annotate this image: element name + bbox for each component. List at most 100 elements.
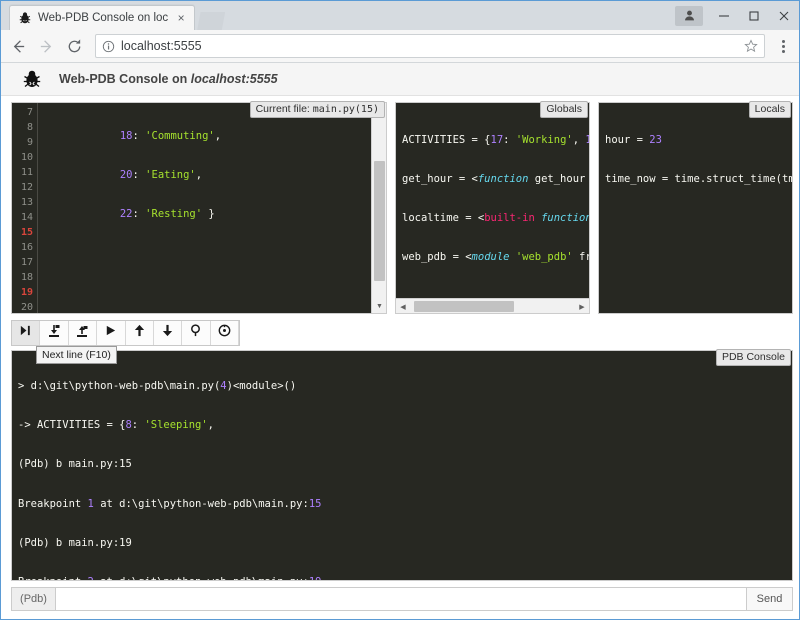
code-line: 18: 'Commuting', <box>44 129 371 144</box>
up-frame-button[interactable] <box>126 321 154 345</box>
console-line: Breakpoint 2 at d:\git\python-web-pdb\ma… <box>18 575 792 581</box>
debug-toolbar: Next line (F10) <box>11 320 240 346</box>
new-tab-button[interactable] <box>197 12 225 30</box>
browser-tab[interactable]: Web-PDB Console on loc × <box>9 5 195 30</box>
minimize-button[interactable] <box>709 1 739 30</box>
tab-title: Web-PDB Console on loc <box>38 12 168 24</box>
bug-icon <box>21 68 43 90</box>
next-line-button[interactable] <box>12 321 40 345</box>
window-close-button[interactable] <box>769 1 799 30</box>
line-number-breakpoint: 15 <box>12 225 33 240</box>
locals-content: hour = 23 time_now = time.struct_time(tm… <box>599 103 792 313</box>
browser-window: Web-PDB Console on loc × <box>0 0 800 620</box>
console-line: (Pdb) b main.py:15 <box>18 457 792 472</box>
page-title-prefix: Web-PDB Console on <box>59 72 191 86</box>
pdb-console-output[interactable]: > d:\git\python-web-pdb\main.py(4)<modul… <box>11 350 793 581</box>
command-prompt-label: (Pdb) <box>12 588 56 610</box>
globals-panel: Globals ACTIVITIES = {17: 'Working', 18:… <box>395 102 590 314</box>
locals-viewer[interactable]: hour = 23 time_now = time.struct_time(tm… <box>598 102 793 314</box>
current-file-label-prefix: Current file: <box>256 103 313 115</box>
locals-line: time_now = time.struct_time(tm_yea <box>605 172 792 187</box>
console-line: Breakpoint 1 at d:\git\python-web-pdb\ma… <box>18 497 792 512</box>
reload-button[interactable] <box>65 37 83 55</box>
line-number: 14 <box>12 210 33 225</box>
help-button[interactable] <box>211 321 239 345</box>
address-bar-url: localhost:5555 <box>121 39 738 53</box>
info-icon[interactable] <box>102 40 115 53</box>
continue-button[interactable] <box>97 321 125 345</box>
scrollbar-thumb[interactable] <box>374 161 385 281</box>
page-title: Web-PDB Console on localhost:5555 <box>59 72 278 86</box>
browser-titlebar: Web-PDB Console on loc × <box>1 1 799 30</box>
pdb-console-label: PDB Console <box>716 349 791 366</box>
browser-menu-button[interactable] <box>775 40 791 53</box>
browser-toolbar: localhost:5555 <box>1 30 799 63</box>
send-button[interactable]: Send <box>746 588 792 610</box>
back-button[interactable] <box>9 37 27 55</box>
globals-label: Globals <box>540 101 588 118</box>
line-number: 7 <box>12 105 33 120</box>
down-frame-button[interactable] <box>154 321 182 345</box>
globals-line: get_hour = <function get_hour at 0 <box>402 172 589 187</box>
globals-horizontal-scrollbar[interactable]: ◀ ▶ <box>396 298 589 313</box>
globals-line: localtime = <built-in function loc <box>402 211 589 226</box>
code-line: 20: 'Eating', <box>44 168 371 183</box>
line-number: 17 <box>12 255 33 270</box>
current-file-name: main.py(15) <box>313 104 379 115</box>
line-number-breakpoint: 19 <box>12 285 33 300</box>
star-icon[interactable] <box>744 39 758 53</box>
breakpoint-button[interactable] <box>182 321 210 345</box>
tab-strip: Web-PDB Console on loc × <box>1 1 225 30</box>
close-icon[interactable]: × <box>174 11 188 25</box>
panels-row: Current file: main.py(15) 7 8 9 10 11 12… <box>1 96 799 314</box>
toolbar-tooltip: Next line (F10) <box>36 346 117 364</box>
pin-icon <box>189 324 202 342</box>
step-in-button[interactable] <box>40 321 68 345</box>
line-number: 11 <box>12 165 33 180</box>
command-input[interactable] <box>56 588 746 610</box>
scroll-down-icon[interactable]: ▼ <box>372 299 387 313</box>
page-title-host: localhost:5555 <box>191 72 278 86</box>
scrollbar-thumb[interactable] <box>414 301 514 312</box>
address-bar[interactable]: localhost:5555 <box>95 34 765 58</box>
code-line: 22: 'Resting' } <box>44 207 371 222</box>
code-panel: Current file: main.py(15) 7 8 9 10 11 12… <box>11 102 387 314</box>
window-controls <box>675 1 799 30</box>
forward-button[interactable] <box>37 37 55 55</box>
locals-line: hour = 23 <box>605 133 792 148</box>
globals-viewer[interactable]: ACTIVITIES = {17: 'Working', 18: ' get_h… <box>395 102 590 314</box>
code-line <box>44 246 371 261</box>
scroll-right-icon[interactable]: ▶ <box>575 299 589 314</box>
command-input-row: (Pdb) Send <box>11 587 793 611</box>
step-out-icon <box>75 324 89 343</box>
scroll-left-icon[interactable]: ◀ <box>396 299 410 314</box>
app-header: Web-PDB Console on localhost:5555 <box>1 63 799 96</box>
console-line: -> ACTIVITIES = {8: 'Sleeping', <box>18 418 792 433</box>
bug-icon <box>18 11 32 25</box>
play-icon <box>104 324 117 342</box>
locals-panel: Locals hour = 23 time_now = time.struct_… <box>598 102 793 314</box>
code-vertical-scrollbar[interactable]: ▲ ▼ <box>371 103 386 313</box>
profile-icon[interactable] <box>675 6 703 26</box>
step-over-icon <box>19 324 32 342</box>
pdb-console-wrapper: PDB Console > d:\git\python-web-pdb\main… <box>11 350 793 581</box>
code-viewer[interactable]: 7 8 9 10 11 12 13 14 15 16 17 18 19 20 <box>11 102 387 314</box>
current-file-label: Current file: main.py(15) <box>250 101 385 118</box>
line-number: 8 <box>12 120 33 135</box>
help-icon <box>218 324 231 342</box>
step-into-icon <box>47 324 61 343</box>
line-number: 18 <box>12 270 33 285</box>
console-line: > d:\git\python-web-pdb\main.py(4)<modul… <box>18 379 792 394</box>
line-number: 20 <box>12 300 33 314</box>
console-line: (Pdb) b main.py:19 <box>18 536 792 551</box>
code-line <box>44 285 371 300</box>
step-out-button[interactable] <box>69 321 97 345</box>
locals-label: Locals <box>749 101 791 118</box>
maximize-button[interactable] <box>739 1 769 30</box>
globals-line: ACTIVITIES = {17: 'Working', 18: ' <box>402 133 589 148</box>
line-number: 9 <box>12 135 33 150</box>
globals-line: web_pdb = <module 'web_pdb' from ' <box>402 250 589 265</box>
line-number: 16 <box>12 240 33 255</box>
code-gutter: 7 8 9 10 11 12 13 14 15 16 17 18 19 20 <box>12 103 38 313</box>
globals-content: ACTIVITIES = {17: 'Working', 18: ' get_h… <box>396 103 589 298</box>
